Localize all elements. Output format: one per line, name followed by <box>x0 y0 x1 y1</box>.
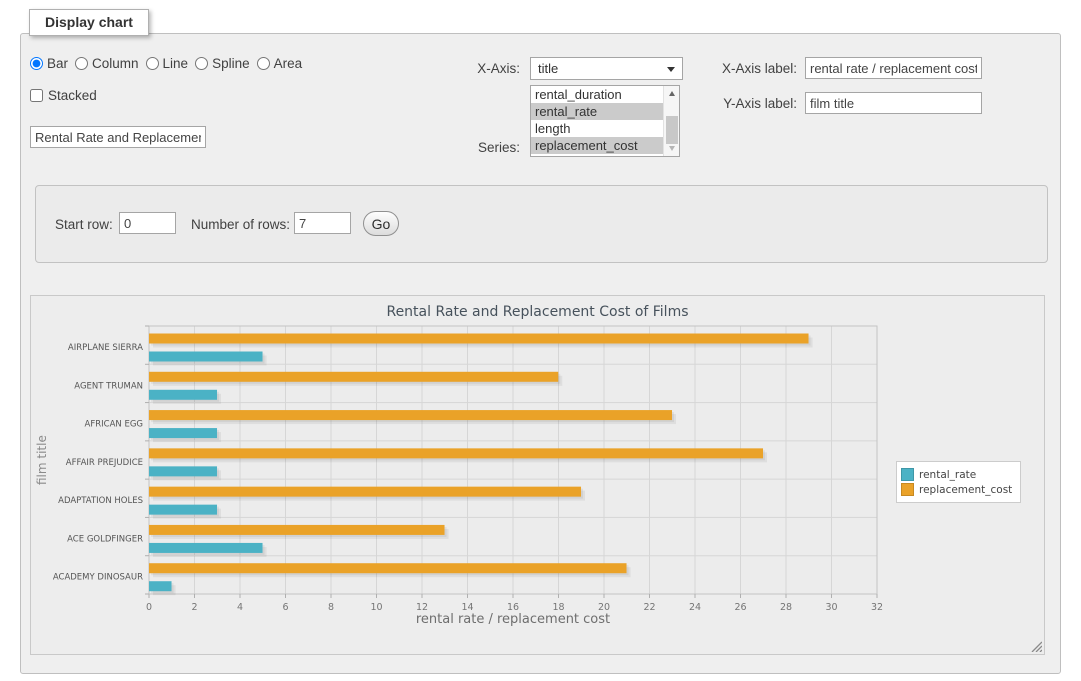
row-range-panel <box>35 185 1048 263</box>
scroll-up-icon[interactable] <box>664 87 680 100</box>
series-option-rental_duration[interactable]: rental_duration <box>531 86 679 103</box>
y-axis-label-input[interactable] <box>805 92 982 114</box>
chart-type-radio-bar[interactable] <box>30 57 43 70</box>
svg-text:ACE GOLDFINGER: ACE GOLDFINGER <box>67 534 143 544</box>
chart-type-label: Column <box>92 56 139 71</box>
number-of-rows-label: Number of rows: <box>191 217 290 232</box>
series-option-rental_rate[interactable]: rental_rate <box>531 103 679 120</box>
chart-type-label: Bar <box>47 56 68 71</box>
chart-y-axis-title: film title <box>35 326 49 594</box>
svg-text:ADAPTATION HOLES: ADAPTATION HOLES <box>58 496 143 506</box>
stacked-option[interactable]: Stacked <box>30 88 97 103</box>
series-multiselect[interactable]: rental_durationrental_ratelengthreplacem… <box>530 85 680 157</box>
svg-text:AFRICAN EGG: AFRICAN EGG <box>85 420 143 430</box>
series-option-length[interactable]: length <box>531 120 679 137</box>
legend-label: rental_rate <box>919 469 976 481</box>
fieldset-legend: Display chart <box>29 9 149 36</box>
start-row-label: Start row: <box>55 217 113 232</box>
chart-type-radio-line[interactable] <box>146 57 159 70</box>
chart-type-option-area[interactable]: Area <box>257 56 303 71</box>
svg-text:AFFAIR PREJUDICE: AFFAIR PREJUDICE <box>66 458 143 468</box>
svg-text:AIRPLANE SIERRA: AIRPLANE SIERRA <box>68 343 143 353</box>
chart-type-radio-spline[interactable] <box>195 57 208 70</box>
scrollbar-thumb[interactable] <box>666 116 678 144</box>
legend-label: replacement_cost <box>919 484 1012 496</box>
chevron-down-icon <box>667 67 675 72</box>
series-option-replacement_cost[interactable]: replacement_cost <box>531 137 679 154</box>
series-list-label: Series: <box>420 140 520 155</box>
chart-type-option-line[interactable]: Line <box>146 56 189 71</box>
resize-handle-icon[interactable] <box>1030 640 1042 652</box>
chart-type-label: Spline <box>212 56 250 71</box>
svg-text:AGENT TRUMAN: AGENT TRUMAN <box>74 381 143 391</box>
stacked-checkbox[interactable] <box>30 89 43 102</box>
x-axis-label-label: X-Axis label: <box>700 61 797 76</box>
bar-chart-plot: 02468101214161820222426283032AIRPLANE SI… <box>31 296 1044 654</box>
scroll-down-icon[interactable] <box>664 142 680 155</box>
x-axis-label-input[interactable] <box>805 57 982 79</box>
series-scrollbar[interactable] <box>663 86 679 156</box>
legend-item-rental_rate: rental_rate <box>901 468 1012 481</box>
x-axis-select-label: X-Axis: <box>420 61 520 76</box>
number-of-rows-input[interactable] <box>294 212 351 234</box>
chart-type-option-bar[interactable]: Bar <box>30 56 68 71</box>
chart-type-label: Area <box>274 56 303 71</box>
x-axis-selected-value: title <box>538 61 558 76</box>
stacked-label: Stacked <box>48 88 97 103</box>
chart-title-input[interactable] <box>30 126 206 148</box>
chart-x-axis-title: rental rate / replacement cost <box>149 612 877 627</box>
chart-type-radio-area[interactable] <box>257 57 270 70</box>
legend-swatch <box>901 468 914 481</box>
legend-item-replacement_cost: replacement_cost <box>901 483 1012 496</box>
go-button[interactable]: Go <box>363 211 399 236</box>
chart-legend: rental_rate replacement_cost <box>896 461 1021 503</box>
chart-type-radio-column[interactable] <box>75 57 88 70</box>
x-axis-select[interactable]: title <box>530 57 683 80</box>
y-axis-label-label: Y-Axis label: <box>700 96 797 111</box>
chart-type-label: Line <box>163 56 189 71</box>
chart-panel: Rental Rate and Replacement Cost of Film… <box>30 295 1045 655</box>
svg-text:ACADEMY DINOSAUR: ACADEMY DINOSAUR <box>53 573 143 583</box>
display-chart-page: Display chart Bar Column Line Spline Area St… <box>0 0 1081 681</box>
start-row-input[interactable] <box>119 212 176 234</box>
chart-type-radio-group: Bar Column Line Spline Area <box>30 56 309 71</box>
chart-type-option-column[interactable]: Column <box>75 56 139 71</box>
legend-swatch <box>901 483 914 496</box>
chart-type-option-spline[interactable]: Spline <box>195 56 250 71</box>
